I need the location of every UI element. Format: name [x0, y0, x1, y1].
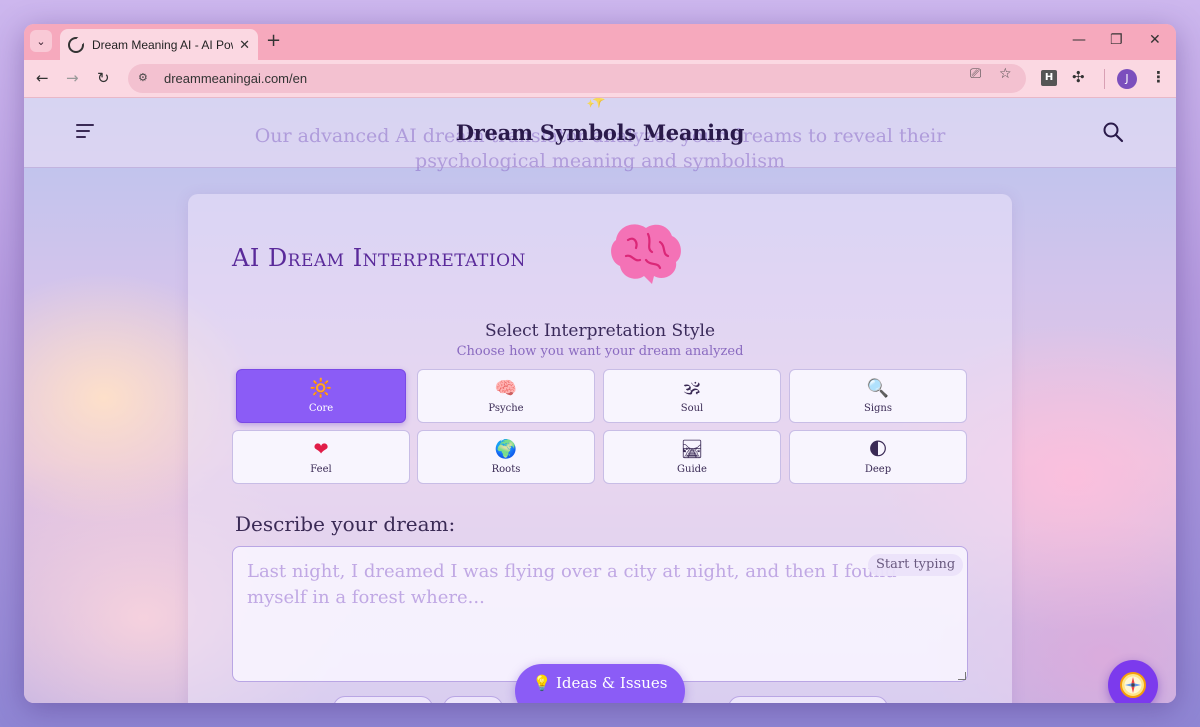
suggestion-chip[interactable]: [728, 696, 888, 703]
style-option-roots[interactable]: 🌍 Roots: [417, 430, 595, 484]
compass-fab-button[interactable]: [1108, 660, 1158, 703]
web-page: Our advanced AI dream translator analyze…: [24, 98, 1176, 703]
style-option-label: Psyche: [488, 403, 524, 414]
style-option-core[interactable]: 🔆 Core: [236, 369, 406, 423]
site-favicon-icon: [68, 36, 84, 53]
style-option-deep[interactable]: 🌓 Deep: [789, 430, 967, 484]
style-option-guide[interactable]: 🛤 Guide: [603, 430, 781, 484]
globe-icon: 🌍: [494, 439, 518, 460]
close-window-button[interactable]: ✕: [1149, 32, 1161, 48]
compass-icon: [1120, 672, 1146, 698]
tab-strip: ⌄ Dream Meaning AI - AI Powere ✕ + — ❐ ✕: [24, 24, 1176, 60]
interpretation-card: AI Dream Interpretation Select Interpret…: [188, 194, 1012, 703]
style-subtitle: Choose how you want your dream analyzed: [456, 344, 744, 359]
style-option-label: Core: [308, 403, 334, 414]
dream-textarea[interactable]: [232, 546, 968, 682]
om-icon: 🕉: [683, 378, 701, 399]
suggestion-chip[interactable]: [333, 696, 433, 703]
textarea-resize-handle[interactable]: [958, 672, 966, 680]
site-brand-title[interactable]: Dream Symbols Meaning: [24, 120, 1176, 145]
style-option-label: Soul: [680, 403, 704, 414]
style-option-psyche[interactable]: 🧠 Psyche: [417, 369, 595, 423]
style-option-label: Feel: [310, 464, 332, 475]
style-option-label: Roots: [491, 464, 521, 475]
tab-search-button[interactable]: ⌄: [30, 30, 52, 52]
style-option-label: Signs: [863, 403, 893, 414]
browser-toolbar: ← → ↻ ⚙ dreammeaningai.com/en ⎚ ☆ H ✣ J …: [24, 60, 1176, 98]
sparkle-icon: ✨: [586, 98, 606, 109]
forward-arrow-icon[interactable]: →: [66, 69, 79, 87]
magnifier-icon: 🔍: [866, 378, 890, 399]
toolbar-divider: [1104, 69, 1105, 89]
heart-icon: ❤: [313, 439, 329, 460]
card-title: AI Dream Interpretation: [232, 244, 526, 272]
brain-icon: [611, 224, 681, 284]
tab-title: Dream Meaning AI - AI Powere: [92, 37, 233, 52]
style-title: Select Interpretation Style: [484, 321, 716, 341]
install-app-icon[interactable]: ⎚: [970, 66, 981, 82]
minimize-button[interactable]: —: [1072, 32, 1086, 48]
restore-button[interactable]: ❐: [1110, 32, 1123, 48]
extensions-puzzle-icon[interactable]: ✣: [1072, 68, 1085, 86]
browser-tab[interactable]: Dream Meaning AI - AI Powere ✕: [60, 29, 258, 60]
style-option-soul[interactable]: 🕉 Soul: [603, 369, 781, 423]
bookmark-star-icon[interactable]: ☆: [999, 66, 1012, 82]
browser-menu-icon[interactable]: ⋮: [1151, 68, 1166, 86]
suggestion-chip[interactable]: [443, 696, 503, 703]
brain-small-icon: 🧠: [494, 378, 518, 399]
road-icon: 🛤: [680, 439, 704, 460]
url-text: dreammeaningai.com/en: [164, 71, 308, 86]
back-arrow-icon[interactable]: ←: [36, 69, 49, 87]
style-option-signs[interactable]: 🔍 Signs: [789, 369, 967, 423]
sun-icon: 🔆: [309, 378, 333, 399]
half-moon-icon: 🌓: [868, 439, 888, 460]
site-info-icon[interactable]: ⚙: [138, 71, 154, 87]
tab-close-icon[interactable]: ✕: [239, 37, 250, 53]
browser-window: ⌄ Dream Meaning AI - AI Powere ✕ + — ❐ ✕…: [24, 24, 1176, 703]
site-header: Our advanced AI dream translator analyze…: [24, 98, 1176, 172]
ideas-issues-button[interactable]: 💡 Ideas & Issues: [515, 664, 685, 703]
start-typing-hint: Start typing: [868, 554, 964, 576]
extension-h-icon[interactable]: H: [1041, 70, 1057, 86]
style-option-feel[interactable]: ❤ Feel: [232, 430, 410, 484]
address-bar[interactable]: ⚙ dreammeaningai.com/en: [128, 64, 1026, 93]
new-tab-button[interactable]: +: [266, 30, 281, 51]
profile-avatar[interactable]: J: [1117, 69, 1137, 89]
style-option-label: Guide: [677, 464, 707, 475]
reload-icon[interactable]: ↻: [97, 69, 110, 87]
describe-dream-label: Describe your dream:: [235, 512, 456, 536]
style-option-label: Deep: [864, 464, 892, 475]
search-icon[interactable]: [1102, 121, 1124, 143]
